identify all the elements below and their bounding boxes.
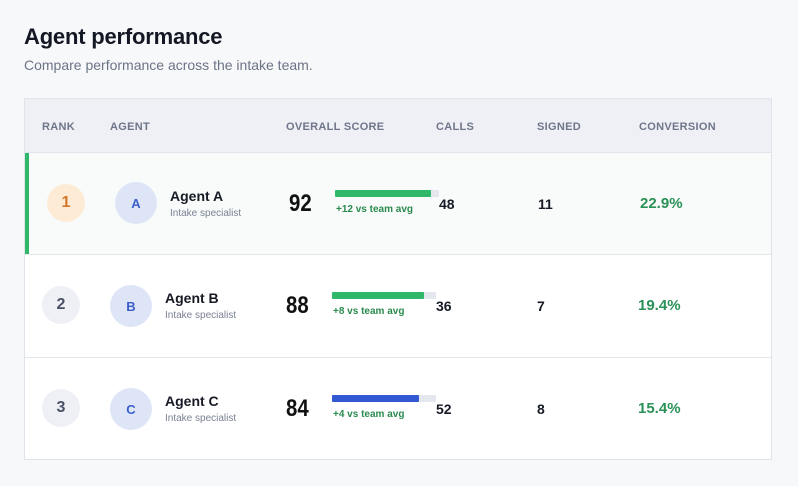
table-row[interactable]: 2 B Agent B Intake specialist 88 +8 vs t…	[25, 255, 771, 358]
column-header-overall-score[interactable]: OVERALL SCORE	[286, 121, 384, 133]
table-row[interactable]: 1 A Agent A Intake specialist 92 +12 vs …	[25, 153, 771, 255]
conversion-value: 19.4%	[638, 297, 681, 314]
agent-performance-table: RANK AGENT OVERALL SCORE CALLS SIGNED CO…	[24, 98, 772, 460]
score-bar-fill	[335, 190, 431, 197]
avatar: C	[110, 388, 152, 430]
signed-value: 7	[537, 298, 545, 314]
agent-role: Intake specialist	[165, 413, 237, 424]
agent-name: Agent A	[170, 188, 224, 204]
score-bar-fill	[332, 395, 420, 402]
score-bar-fill	[332, 292, 424, 299]
overall-score: 84	[286, 395, 309, 422]
score-delta: +12 vs team avg	[336, 204, 413, 215]
table-header: RANK AGENT OVERALL SCORE CALLS SIGNED CO…	[25, 99, 771, 153]
column-header-conversion[interactable]: CONVERSION	[639, 121, 716, 133]
agent-role: Intake specialist	[165, 310, 237, 321]
agent-role: Intake specialist	[170, 208, 242, 219]
avatar: B	[110, 285, 152, 327]
calls-value: 52	[436, 401, 452, 417]
overall-score: 88	[286, 292, 309, 319]
avatar: A	[115, 182, 157, 224]
signed-value: 11	[538, 196, 553, 212]
score-delta: +4 vs team avg	[333, 409, 405, 420]
rank-badge: 2	[42, 286, 80, 324]
column-header-signed[interactable]: SIGNED	[537, 121, 581, 133]
overall-score: 92	[289, 190, 312, 217]
column-header-rank[interactable]: RANK	[42, 121, 75, 133]
calls-value: 36	[436, 298, 452, 314]
agent-name: Agent B	[165, 290, 219, 306]
signed-value: 8	[537, 401, 545, 417]
column-header-agent[interactable]: AGENT	[110, 121, 150, 133]
agent-name: Agent C	[165, 393, 219, 409]
page-subtitle: Compare performance across the intake te…	[24, 57, 313, 73]
conversion-value: 15.4%	[638, 400, 681, 417]
conversion-value: 22.9%	[640, 195, 683, 212]
score-delta: +8 vs team avg	[333, 306, 405, 317]
table-row[interactable]: 3 C Agent C Intake specialist 84 +4 vs t…	[25, 358, 771, 459]
calls-value: 48	[439, 196, 455, 212]
rank-badge: 1	[47, 184, 85, 222]
score-bar	[332, 395, 436, 402]
page: Agent performance Compare performance ac…	[0, 0, 798, 486]
rank-badge: 3	[42, 389, 80, 427]
column-header-calls[interactable]: CALLS	[436, 121, 474, 133]
score-bar	[335, 190, 439, 197]
page-title: Agent performance	[24, 24, 223, 49]
score-bar	[332, 292, 436, 299]
